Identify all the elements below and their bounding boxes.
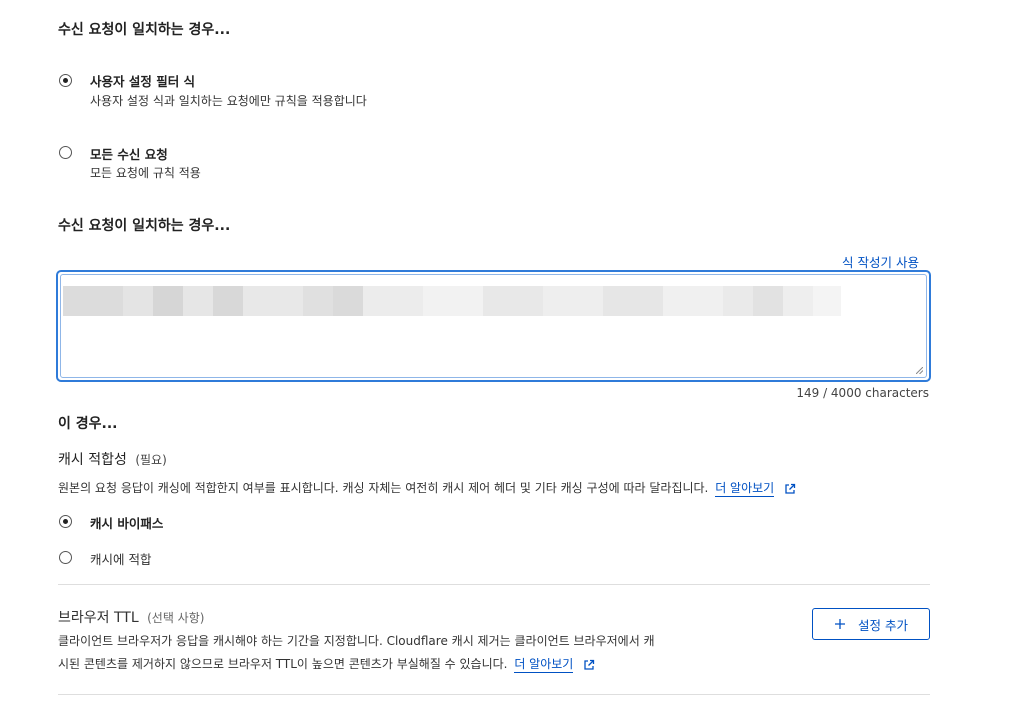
redacted-expression-text (483, 286, 543, 316)
divider (58, 694, 930, 695)
expression-textarea[interactable] (56, 270, 931, 382)
browser-ttl-desc-line2: 시된 콘텐츠를 제거하지 않으므로 브라우저 TTL이 높으면 콘텐츠가 부실해… (58, 657, 508, 671)
redacted-expression-text (183, 286, 213, 316)
radio-all-requests[interactable] (59, 146, 72, 159)
redacted-expression-text (423, 286, 483, 316)
redacted-expression-text (603, 286, 663, 316)
option-custom-filter-desc: 사용자 설정 식과 일치하는 요청에만 규칙을 적용합니다 (90, 94, 367, 108)
plus-icon (835, 619, 845, 629)
character-count: 149 / 4000 characters (796, 386, 929, 400)
redacted-expression-text (123, 286, 153, 316)
browser-ttl-heading: 브라우저 TTL (선택 사항) (58, 607, 204, 627)
redacted-expression-text (63, 286, 123, 316)
option-all-requests-label[interactable]: 모든 수신 요청 (90, 144, 168, 163)
redacted-expression-text (363, 286, 423, 316)
expression-textarea-inner[interactable] (60, 274, 927, 378)
radio-custom-filter[interactable] (59, 74, 72, 87)
expression-builder-link[interactable]: 식 작성기 사용 (842, 252, 919, 271)
cache-eligibility-desc: 원본의 요청 응답이 캐싱에 적합한지 여부를 표시합니다. 캐싱 자체는 여전… (58, 479, 796, 497)
option-custom-filter-label[interactable]: 사용자 설정 필터 식 (90, 71, 195, 90)
section-title-then: 이 경우... (58, 416, 118, 432)
section-title-expression: 수신 요청이 일치하는 경우... (58, 218, 231, 234)
resize-handle-icon[interactable] (916, 367, 923, 374)
browser-ttl-desc-line1: 클라이언트 브라우저가 응답을 캐시해야 하는 기간을 지정합니다. Cloud… (58, 634, 655, 648)
option-all-requests-desc: 모든 요청에 규칙 적용 (90, 166, 201, 180)
external-link-icon[interactable] (784, 483, 796, 495)
optional-tag: (선택 사항) (147, 611, 205, 625)
add-setting-button[interactable]: 설정 추가 (812, 608, 930, 640)
cache-eligibility-desc-text: 원본의 요청 응답이 캐싱에 적합한지 여부를 표시합니다. 캐싱 자체는 여전… (58, 481, 709, 495)
redacted-expression-text (333, 286, 363, 316)
redacted-expression-text (243, 286, 303, 316)
section-title-filter: 수신 요청이 일치하는 경우... (58, 22, 231, 38)
browser-ttl-label: 브라우저 TTL (58, 610, 139, 626)
redacted-expression-text (723, 286, 753, 316)
redacted-expression-text (153, 286, 183, 316)
redacted-expression-text (783, 286, 813, 316)
option-cache-eligible-label[interactable]: 캐시에 적합 (90, 549, 151, 568)
cache-eligibility-heading: 캐시 적합성 (필요) (58, 449, 167, 469)
browser-ttl-learn-more-link[interactable]: 더 알아보기 (514, 657, 574, 673)
cache-eligibility-label: 캐시 적합성 (58, 452, 127, 468)
option-cache-bypass-label[interactable]: 캐시 바이패스 (90, 513, 163, 532)
redacted-expression-text (303, 286, 333, 316)
redacted-expression-text (213, 286, 243, 316)
redacted-expression-text (813, 286, 841, 316)
browser-ttl-desc-line2-wrap: 시된 콘텐츠를 제거하지 않으므로 브라우저 TTL이 높으면 콘텐츠가 부실해… (58, 655, 595, 673)
add-setting-label: 설정 추가 (858, 617, 908, 633)
redacted-expression-text (543, 286, 603, 316)
radio-cache-bypass[interactable] (59, 515, 72, 528)
required-tag: (필요) (135, 453, 167, 467)
radio-cache-eligible[interactable] (59, 551, 72, 564)
external-link-icon[interactable] (583, 659, 595, 671)
redacted-expression-text (753, 286, 783, 316)
redacted-expression-text (663, 286, 723, 316)
divider (58, 584, 930, 585)
cache-learn-more-link[interactable]: 더 알아보기 (715, 481, 775, 497)
